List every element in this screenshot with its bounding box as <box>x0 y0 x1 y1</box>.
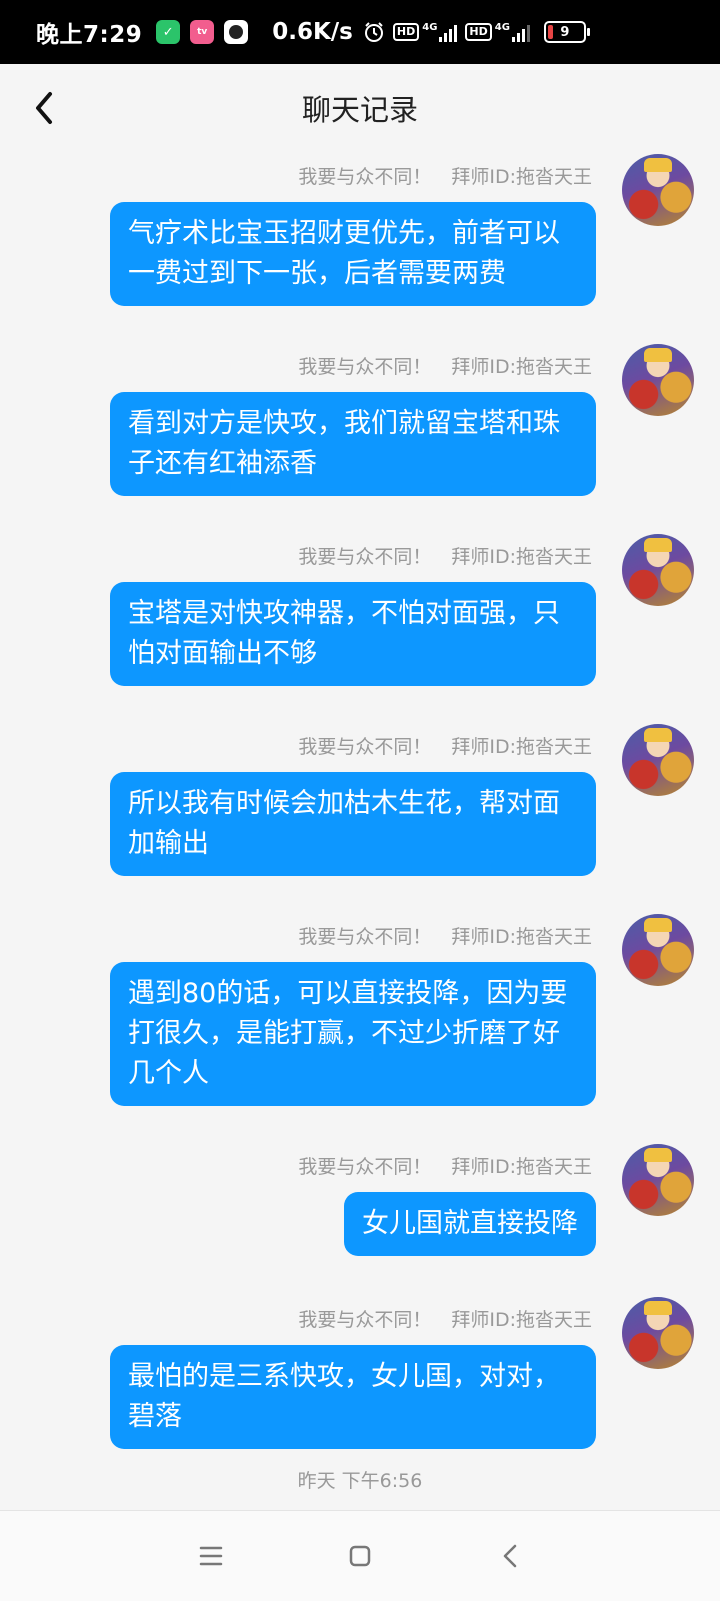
timestamp: 昨天 下午6:56 <box>297 1470 423 1492</box>
avatar[interactable] <box>622 1144 694 1216</box>
sender-line: 我要与众不同！ 拜师ID:拖沓天王 <box>298 546 592 568</box>
message-bubble[interactable]: 气疗术比宝玉招财更优先，前者可以一费过到下一张，后者需要两费 <box>110 202 596 306</box>
avatar[interactable] <box>622 534 694 606</box>
page-title: 聊天记录 <box>301 93 418 127</box>
message-bubble[interactable]: 所以我有时候会加枯木生花，帮对面加输出 <box>110 772 596 876</box>
menu-icon[interactable] <box>191 1536 231 1576</box>
system-nav-bar <box>0 1510 720 1601</box>
network-speed: 0.6K/s <box>272 19 353 45</box>
signal-icon-2: HD 4G <box>465 22 530 42</box>
message-bubble[interactable]: 女儿国就直接投降 <box>344 1192 596 1256</box>
message-bubble[interactable]: 看到对方是快攻，我们就留宝塔和珠子还有红袖添香 <box>110 392 596 496</box>
sender-line: 我要与众不同！ 拜师ID:拖沓天王 <box>298 736 592 758</box>
message-bubble[interactable]: 宝塔是对快攻神器，不怕对面强，只怕对面输出不够 <box>110 582 596 686</box>
alarm-icon <box>363 21 385 43</box>
sender-line: 我要与众不同！ 拜师ID:拖沓天王 <box>298 926 592 948</box>
message-bubble[interactable]: 最怕的是三系快攻，女儿国，对对，碧落 <box>110 1345 596 1449</box>
chat-history[interactable]: 我要与众不同！ 拜师ID:拖沓天王 气疗术比宝玉招财更优先，前者可以一费过到下一张… <box>0 152 720 1510</box>
message-bubble[interactable]: 遇到80的话，可以直接投降，因为要打很久，是能打赢，不过少折磨了好几个人 <box>110 962 596 1106</box>
chevron-left-icon[interactable] <box>26 88 66 128</box>
sender-line: 我要与众不同！ 拜师ID:拖沓天王 <box>298 1156 592 1178</box>
header: 聊天记录 <box>0 64 720 152</box>
shield-app-icon: ✓ <box>156 20 181 44</box>
avatar[interactable] <box>622 1297 694 1369</box>
back-triangle-icon[interactable] <box>491 1536 531 1576</box>
bilibili-app-icon: tv <box>190 20 215 44</box>
status-time: 晚上7:29 <box>36 22 143 48</box>
sender-line: 我要与众不同！ 拜师ID:拖沓天王 <box>298 1309 592 1331</box>
sender-line: 我要与众不同！ 拜师ID:拖沓天王 <box>298 356 592 378</box>
sender-line: 我要与众不同！ 拜师ID:拖沓天王 <box>298 166 592 188</box>
avatar[interactable] <box>622 914 694 986</box>
battery-icon: 9 <box>543 21 590 43</box>
camera-app-icon <box>224 20 249 44</box>
status-bar: 晚上7:29 ✓ tv 0.6K/s HD 4G HD 4G 9 <box>0 0 720 64</box>
avatar[interactable] <box>622 724 694 796</box>
avatar[interactable] <box>622 344 694 416</box>
home-square-icon[interactable] <box>340 1536 380 1576</box>
avatar[interactable] <box>622 154 694 226</box>
signal-icon-1: HD 4G <box>392 22 458 42</box>
